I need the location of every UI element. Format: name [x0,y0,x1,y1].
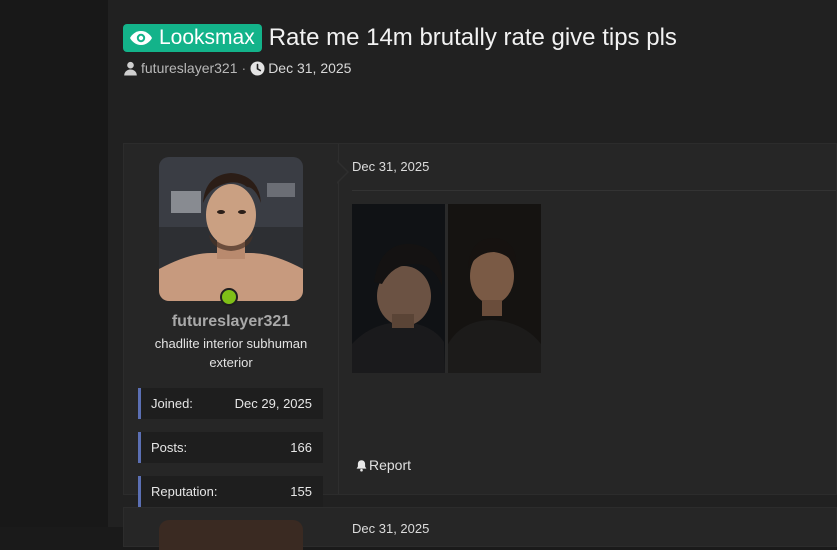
post-date[interactable]: Dec 31, 2025 [352,159,429,174]
avatar[interactable] [159,520,303,550]
thread-date[interactable]: Dec 31, 2025 [268,60,351,76]
post-attachment-image[interactable] [352,204,541,373]
post-user-panel: futureslayer321 chadlite interior subhum… [124,144,339,507]
post-divider [352,190,836,191]
post-main: Dec 31, 2025 Report [338,144,836,494]
left-rail [0,0,108,527]
thread-header: Looksmax Rate me 14m brutally rate give … [123,22,823,76]
post-date[interactable]: Dec 31, 2025 [352,521,429,536]
meta-separator: · [241,60,247,76]
user-icon [123,61,138,76]
eye-icon [129,29,153,47]
user-title: chadlite interior subhuman exterior [154,336,308,370]
thread-meta: futureslayer321 · Dec 31, 2025 [123,60,823,76]
clock-icon [250,61,265,76]
stat-posts: Posts: 166 [138,432,323,463]
avatar[interactable] [159,157,303,301]
user-stats: Joined: Dec 29, 2025 Posts: 166 Reputati… [138,375,323,511]
stat-value: 166 [290,440,312,455]
stat-reputation: Reputation: 155 [138,476,323,507]
prefix-badge[interactable]: Looksmax [123,24,262,52]
thread-author[interactable]: futureslayer321 [141,60,238,76]
stat-value: 155 [290,484,312,499]
bell-icon [355,459,368,472]
main-content: Looksmax Rate me 14m brutally rate give … [108,0,837,550]
report-label: Report [369,457,412,473]
stat-label: Posts: [151,440,188,455]
prefix-label: Looksmax [159,26,255,49]
online-status-dot [220,288,238,306]
post: Dec 31, 2025 [123,507,837,550]
post-username[interactable]: futureslayer321 [124,313,338,331]
stat-label: Joined: [151,396,193,411]
avatar-container [159,157,303,306]
stat-label: Reputation: [151,484,218,499]
stat-value: Dec 29, 2025 [234,396,312,411]
thread-title: Rate me 14m brutally rate give tips pls [268,24,677,51]
report-link[interactable]: Report [355,457,411,473]
title-row: Looksmax Rate me 14m brutally rate give … [123,22,823,54]
post: futureslayer321 chadlite interior subhum… [123,143,837,507]
stat-joined: Joined: Dec 29, 2025 [138,388,323,419]
